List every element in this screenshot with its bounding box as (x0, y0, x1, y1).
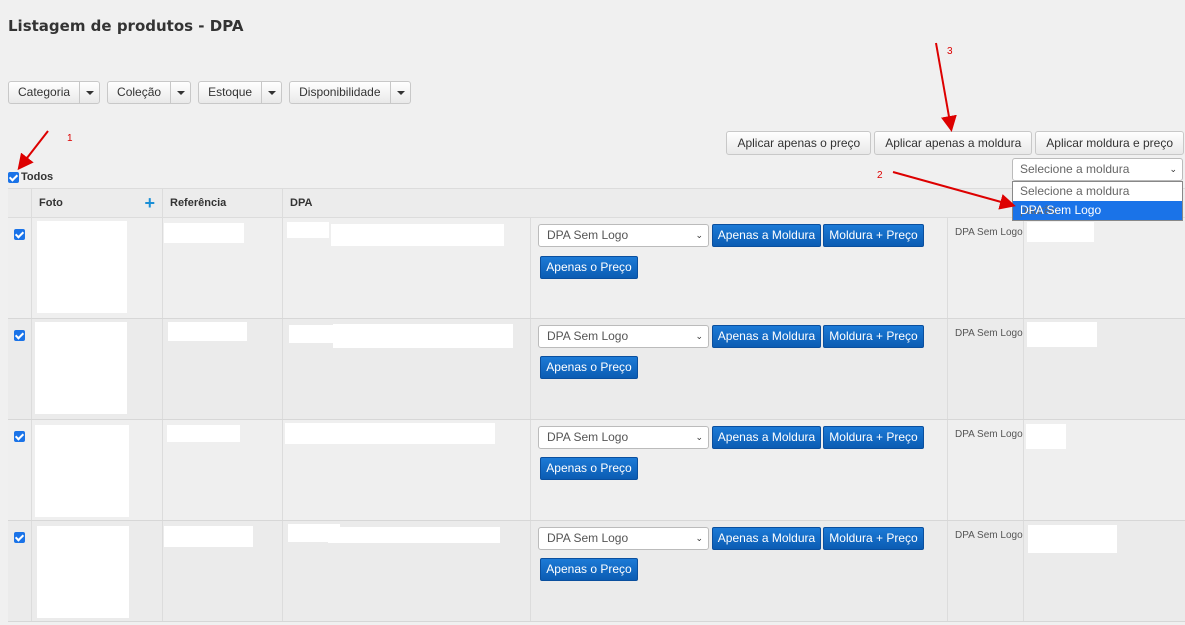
product-photo (37, 221, 127, 313)
apply-frame-price-button[interactable]: Moldura + Preço (823, 527, 924, 550)
frame-name: DPA Sem Logo (948, 319, 1024, 419)
filter-disponibilidade[interactable]: Disponibilidade (289, 81, 411, 104)
filter-label: Disponibilidade (299, 85, 381, 99)
row-frame-select[interactable]: DPA Sem Logo ⌄ (538, 426, 709, 449)
reference-value (164, 223, 244, 243)
table-row: DPA Sem Logo ⌄ Apenas a Moldura Moldura … (8, 218, 1185, 319)
dpa-description (328, 527, 500, 543)
apply-frame-button[interactable]: Apenas a Moldura (712, 426, 821, 449)
apply-frame-and-price-button[interactable]: Aplicar moldura e preço (1035, 131, 1184, 155)
dropdown-option-highlighted[interactable]: DPA Sem Logo (1013, 201, 1182, 220)
default-frame-dropdown: Selecione a moldura padrão... DPA Sem Lo… (1012, 181, 1183, 221)
row-checkbox[interactable] (14, 330, 25, 341)
header-checkbox-col (8, 189, 32, 217)
product-photo (35, 322, 127, 414)
header-foto-label: Foto (39, 197, 63, 209)
apply-frame-button[interactable]: Apenas a Moldura (712, 325, 821, 348)
caret-down-icon[interactable] (389, 82, 410, 103)
filter-estoque[interactable]: Estoque (198, 81, 283, 104)
dpa-description (285, 423, 495, 444)
annotation-number-1: 1 (67, 133, 73, 144)
apply-price-button[interactable]: Apenas o Preço (540, 558, 638, 581)
dpa-description (331, 224, 504, 246)
caret-down-icon[interactable] (170, 82, 190, 103)
annotation-number-2: 2 (877, 170, 883, 181)
caret-down-icon[interactable] (79, 82, 99, 103)
products-table: Foto + Referência DPA DPA Sem Logo ⌄ Ape… (8, 188, 1185, 622)
row-checkbox[interactable] (14, 229, 25, 240)
page-title: Listagem de produtos - DPA (8, 17, 244, 35)
row-frame-select-value: DPA Sem Logo (547, 228, 629, 242)
apply-bar: Aplicar apenas o preço Aplicar apenas a … (726, 131, 1184, 155)
extra-value (1026, 424, 1066, 449)
header-foto: Foto + (32, 189, 163, 217)
dpa-value (289, 325, 333, 343)
chevron-down-icon: ⌄ (695, 230, 703, 240)
filter-bar: Categoria Coleção Estoque Disponibilidad… (8, 81, 411, 104)
product-photo (35, 425, 129, 517)
product-photo (37, 526, 129, 618)
apply-frame-price-button[interactable]: Moldura + Preço (823, 224, 924, 247)
chevron-down-icon: ⌄ (1169, 164, 1177, 174)
default-frame-select[interactable]: Selecione a moldura padrão... ⌄ (1012, 158, 1183, 197)
row-frame-select-value: DPA Sem Logo (547, 430, 629, 444)
caret-down-icon[interactable] (261, 82, 281, 103)
apply-price-button[interactable]: Apenas o Preço (540, 356, 638, 379)
select-all[interactable]: Todos (8, 171, 53, 183)
apply-price-button[interactable]: Apenas o Preço (540, 457, 638, 480)
dpa-description (333, 324, 513, 348)
filter-categoria[interactable]: Categoria (8, 81, 101, 104)
extra-value (1027, 222, 1094, 242)
filter-label: Coleção (117, 85, 162, 99)
table-row: DPA Sem Logo ⌄ Apenas a Moldura Moldura … (8, 521, 1185, 622)
row-frame-select-value: DPA Sem Logo (547, 329, 629, 343)
select-all-label: Todos (21, 171, 54, 183)
table-body: DPA Sem Logo ⌄ Apenas a Moldura Moldura … (8, 218, 1185, 622)
dropdown-option[interactable]: Selecione a moldura padrão... (1013, 182, 1182, 217)
filter-label: Estoque (208, 85, 253, 99)
annotation-arrow-1 (17, 130, 49, 171)
table-row: DPA Sem Logo ⌄ Apenas a Moldura Moldura … (8, 319, 1185, 420)
table-header: Foto + Referência DPA (8, 188, 1185, 218)
row-checkbox[interactable] (14, 431, 25, 442)
annotation-number-3: 3 (947, 46, 953, 57)
apply-frame-only-button[interactable]: Aplicar apenas a moldura (874, 131, 1033, 155)
chevron-down-icon: ⌄ (695, 331, 703, 341)
frame-name: DPA Sem Logo (948, 218, 1024, 318)
reference-value (167, 425, 240, 442)
filter-label: Categoria (18, 85, 71, 99)
reference-value (168, 322, 247, 341)
apply-frame-price-button[interactable]: Moldura + Preço (823, 426, 924, 449)
filter-colecao[interactable]: Coleção (107, 81, 192, 104)
apply-frame-button[interactable]: Apenas a Moldura (712, 527, 821, 550)
table-row: DPA Sem Logo ⌄ Apenas a Moldura Moldura … (8, 420, 1185, 521)
row-checkbox[interactable] (14, 532, 25, 543)
frame-name: DPA Sem Logo (948, 420, 1024, 520)
row-frame-select[interactable]: DPA Sem Logo ⌄ (538, 325, 709, 348)
apply-price-button[interactable]: Apenas o Preço (540, 256, 638, 279)
chevron-down-icon: ⌄ (695, 432, 703, 442)
header-referencia: Referência (163, 189, 283, 217)
add-icon[interactable]: + (144, 189, 155, 217)
select-all-checkbox[interactable] (8, 171, 19, 183)
dpa-value (287, 222, 329, 238)
apply-price-only-button[interactable]: Aplicar apenas o preço (726, 131, 872, 155)
apply-frame-price-button[interactable]: Moldura + Preço (823, 325, 924, 348)
row-frame-select[interactable]: DPA Sem Logo ⌄ (538, 527, 709, 550)
row-frame-select-value: DPA Sem Logo (547, 531, 629, 545)
extra-value (1028, 525, 1117, 553)
chevron-down-icon: ⌄ (695, 533, 703, 543)
frame-name: DPA Sem Logo (948, 521, 1024, 621)
reference-value (164, 526, 253, 547)
apply-frame-button[interactable]: Apenas a Moldura (712, 224, 821, 247)
extra-value (1027, 322, 1097, 347)
row-frame-select[interactable]: DPA Sem Logo ⌄ (538, 224, 709, 247)
